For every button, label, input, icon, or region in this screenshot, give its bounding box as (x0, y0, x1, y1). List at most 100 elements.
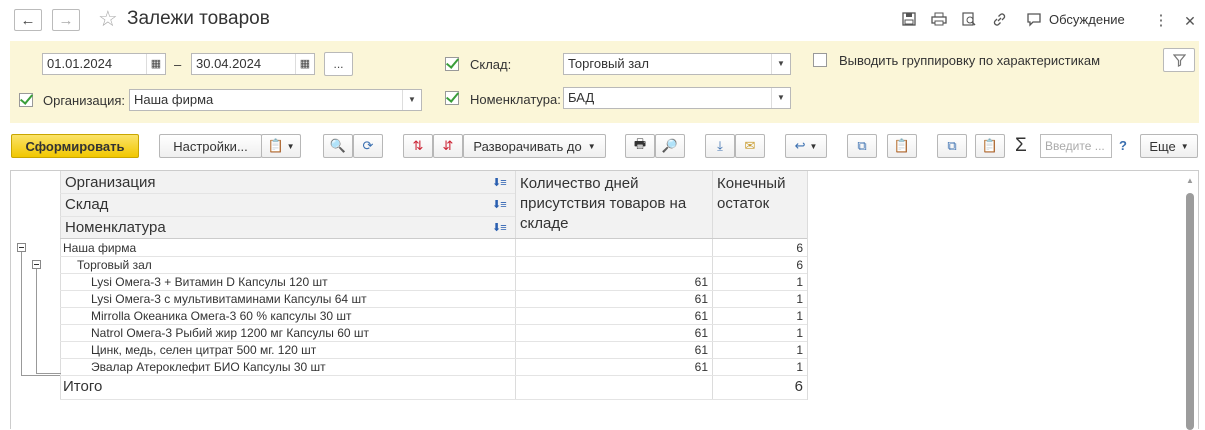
close-icon[interactable]: ✕ (1181, 12, 1199, 30)
sum-input[interactable]: Введите ... (1040, 134, 1112, 158)
table-row-item-balance[interactable]: 1 (717, 309, 803, 323)
link-icon[interactable] (990, 12, 1008, 30)
header-warehouse[interactable]: Склад (65, 196, 108, 213)
sort-desc-button[interactable]: ⇵ (433, 134, 463, 158)
nomenclature-field[interactable]: БАД ▼ (563, 87, 791, 109)
collapse-organization-icon[interactable] (17, 243, 26, 252)
table-row-item-name[interactable]: Эвалар Атероклефит БИО Капсулы 30 шт (91, 360, 326, 374)
find-next-button[interactable]: ⟳ (353, 134, 383, 158)
chevron-down-icon[interactable]: ▼ (402, 90, 421, 110)
table-row-item-balance[interactable]: 1 (717, 360, 803, 374)
table-row-item-name[interactable]: Lysi Омега-3 + Витамин D Капсулы 120 шт (91, 275, 328, 289)
expand-to-button[interactable]: Разворачивать до ▼ (463, 134, 606, 158)
send-email-button[interactable]: ✉ (735, 134, 765, 158)
save-icon[interactable] (900, 12, 918, 30)
go-to-button[interactable]: ↩ ▼ (785, 134, 827, 158)
sort-icon[interactable]: ⬇≡ (492, 198, 507, 211)
warehouse-label: Склад: (470, 57, 512, 72)
chevron-down-icon[interactable]: ▼ (771, 88, 790, 108)
copy-report-button[interactable]: ⧉ (847, 134, 877, 158)
scroll-up-icon[interactable]: ▲ (1186, 176, 1194, 185)
sum-icon[interactable]: Σ (1015, 135, 1027, 157)
vertical-scrollbar[interactable] (1186, 193, 1194, 430)
table-row-item-balance[interactable]: 1 (717, 343, 803, 357)
date-separator: – (174, 57, 182, 72)
period-select-button[interactable]: ... (324, 52, 353, 76)
table-row-item-name[interactable]: Цинк, медь, селен цитрат 500 мг. 120 шт (91, 343, 316, 357)
sort-descending-icon: ⇵ (442, 138, 454, 153)
sort-icon[interactable]: ⬇≡ (492, 176, 507, 189)
sort-asc-button[interactable]: ⇅ (403, 134, 433, 158)
find-button[interactable]: 🔍 (323, 134, 353, 158)
search-next-icon: ⟳ (362, 138, 374, 153)
total-label[interactable]: Итого (63, 378, 102, 395)
table-row-item-days[interactable]: 61 (520, 309, 708, 323)
paste-icon: 📋 (981, 138, 999, 153)
table-row-item-balance[interactable]: 1 (717, 292, 803, 306)
header-days[interactable]: Количество дней присутствия товаров на с… (520, 174, 710, 234)
header-balance[interactable]: Конечный остаток (717, 174, 802, 214)
table-row-item-days[interactable]: 61 (520, 360, 708, 374)
total-balance[interactable]: 6 (717, 378, 803, 395)
print-icon[interactable] (930, 12, 948, 30)
settings-button[interactable]: Настройки... (159, 134, 262, 158)
forward-button[interactable]: → (52, 9, 80, 31)
search-icon: 🔍 (329, 138, 347, 153)
warehouse-field[interactable]: Торговый зал ▼ (563, 53, 791, 75)
download-icon: ⤓ (717, 138, 723, 153)
row-organization-balance[interactable]: 6 (717, 241, 803, 255)
filter-icon (1172, 53, 1186, 67)
preview-icon[interactable] (960, 12, 978, 30)
variant-menu-button[interactable]: 📋 ▼ (261, 134, 301, 158)
calendar-icon[interactable]: ▦ (295, 54, 314, 74)
help-button[interactable]: ? (1119, 138, 1127, 153)
print-preview-button[interactable]: 🔎 (655, 134, 685, 158)
filter-button[interactable] (1163, 48, 1195, 72)
paste-button[interactable]: 📋 (975, 134, 1005, 158)
table-row-item-name[interactable]: Lysi Омега-3 с мультивитаминами Капсулы … (91, 292, 367, 306)
preview-icon: 🔎 (661, 138, 679, 153)
row-organization-name[interactable]: Наша фирма (63, 241, 136, 255)
chevron-down-icon[interactable]: ▼ (771, 54, 790, 74)
header-nomenclature[interactable]: Номенклатура (65, 219, 166, 236)
more-button[interactable]: Еще ▼ (1140, 134, 1198, 158)
table-row-item-days[interactable]: 61 (520, 343, 708, 357)
save-file-button[interactable]: ⤓ (705, 134, 735, 158)
nomenclature-checkbox[interactable] (445, 91, 459, 105)
row-warehouse-balance[interactable]: 6 (717, 258, 803, 272)
print-button[interactable]: 🖶 (625, 134, 655, 158)
discussion-icon[interactable] (1025, 12, 1043, 30)
back-button[interactable]: ← (14, 9, 42, 31)
date-from-field[interactable]: 01.01.2024 ▦ (42, 53, 166, 75)
return-arrow-icon: ↩ (794, 138, 806, 153)
grouping-label: Выводить группировку по характеристикам (839, 53, 1101, 68)
table-row-item-days[interactable]: 61 (520, 292, 708, 306)
table-row-item-name[interactable]: Mirrolla Океаника Омега-3 60 % капсулы 3… (91, 309, 352, 323)
printer-icon: 🖶 (633, 136, 647, 151)
row-warehouse-name[interactable]: Торговый зал (77, 258, 152, 272)
more-vertical-icon[interactable]: ⋮ (1152, 12, 1170, 30)
paste-report-button[interactable]: 📋 (887, 134, 917, 158)
calendar-icon[interactable]: ▦ (146, 54, 165, 74)
nomenclature-label: Номенклатура: (470, 92, 561, 107)
table-row-item-balance[interactable]: 1 (717, 326, 803, 340)
header-organization[interactable]: Организация (65, 174, 155, 191)
collapse-warehouse-icon[interactable] (32, 260, 41, 269)
favorite-star-icon[interactable]: ☆ (98, 6, 118, 32)
generate-button[interactable]: Сформировать (11, 134, 139, 158)
arrow-right-icon: → (58, 11, 74, 29)
date-to-field[interactable]: 30.04.2024 ▦ (191, 53, 315, 75)
grouping-checkbox[interactable] (813, 53, 827, 67)
warehouse-checkbox[interactable] (445, 57, 459, 71)
copy-button[interactable]: ⧉ (937, 134, 967, 158)
sort-icon[interactable]: ⬇≡ (492, 221, 507, 234)
organization-checkbox[interactable] (19, 93, 33, 107)
table-row-item-days[interactable]: 61 (520, 275, 708, 289)
report-table[interactable]: Организация ⬇≡ Склад ⬇≡ Номенклатура ⬇≡ … (10, 170, 1199, 430)
organization-field[interactable]: Наша фирма ▼ (129, 89, 422, 111)
table-row-item-balance[interactable]: 1 (717, 275, 803, 289)
sort-ascending-icon: ⇅ (412, 138, 424, 153)
discussion-button[interactable]: Обсуждение (1049, 12, 1125, 27)
table-row-item-name[interactable]: Natrol Омега-3 Рыбий жир 1200 мг Капсулы… (91, 326, 369, 340)
table-row-item-days[interactable]: 61 (520, 326, 708, 340)
